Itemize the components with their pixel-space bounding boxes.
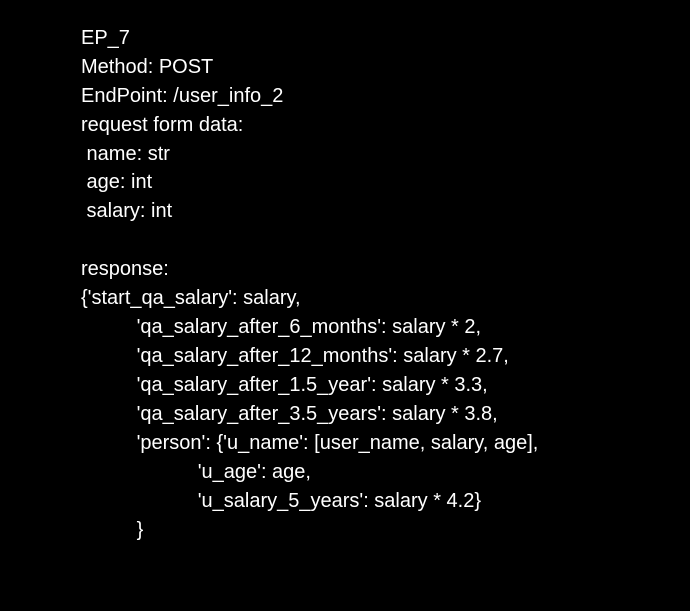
endpoint-path-line: EndPoint: /user_info_2: [81, 85, 284, 107]
request-form-heading: request form data:: [81, 114, 244, 136]
request-field-name: name: str: [81, 143, 170, 165]
response-line: 'qa_salary_after_12_months': salary * 2.…: [81, 345, 509, 367]
response-line: 'qa_salary_after_6_months': salary * 2,: [81, 316, 482, 338]
method-line: Method: POST: [81, 56, 214, 78]
response-line: 'u_salary_5_years': salary * 4.2}: [81, 490, 482, 512]
response-line: 'qa_salary_after_1.5_year': salary * 3.3…: [81, 374, 488, 396]
response-line: 'u_age': age,: [81, 461, 311, 483]
response-heading: response:: [81, 258, 169, 280]
api-endpoint-spec: EP_7 Method: POST EndPoint: /user_info_2…: [0, 0, 690, 611]
endpoint-id: EP_7: [81, 27, 130, 49]
request-field-age: age: int: [81, 171, 153, 193]
response-closing-brace: }: [81, 519, 144, 541]
request-field-salary: salary: int: [81, 200, 173, 222]
response-line: 'qa_salary_after_3.5_years': salary * 3.…: [81, 403, 498, 425]
response-line: 'person': {'u_name': [user_name, salary,…: [81, 432, 539, 454]
response-line: {'start_qa_salary': salary,: [81, 287, 301, 309]
